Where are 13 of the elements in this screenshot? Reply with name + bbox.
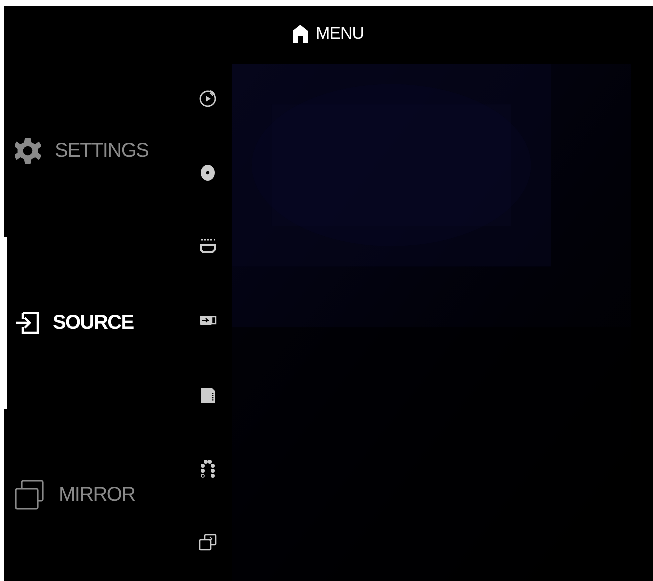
gear-icon: [15, 137, 41, 165]
input-icon: [15, 312, 39, 334]
menu-item[interactable]: SETTINGS: [4, 65, 155, 237]
disc-icon: [199, 163, 217, 183]
dots-icon: [199, 459, 217, 479]
menu-item[interactable]: MIRROR: [4, 409, 142, 581]
cast-icon: [199, 89, 217, 109]
windows-icon: [199, 533, 217, 553]
home-icon: [292, 25, 308, 43]
menu-title: MENU: [316, 23, 364, 46]
menu-item[interactable]: SOURCE: [4, 237, 140, 409]
windows-icon: [15, 480, 45, 510]
sd-card-icon: [199, 385, 217, 405]
